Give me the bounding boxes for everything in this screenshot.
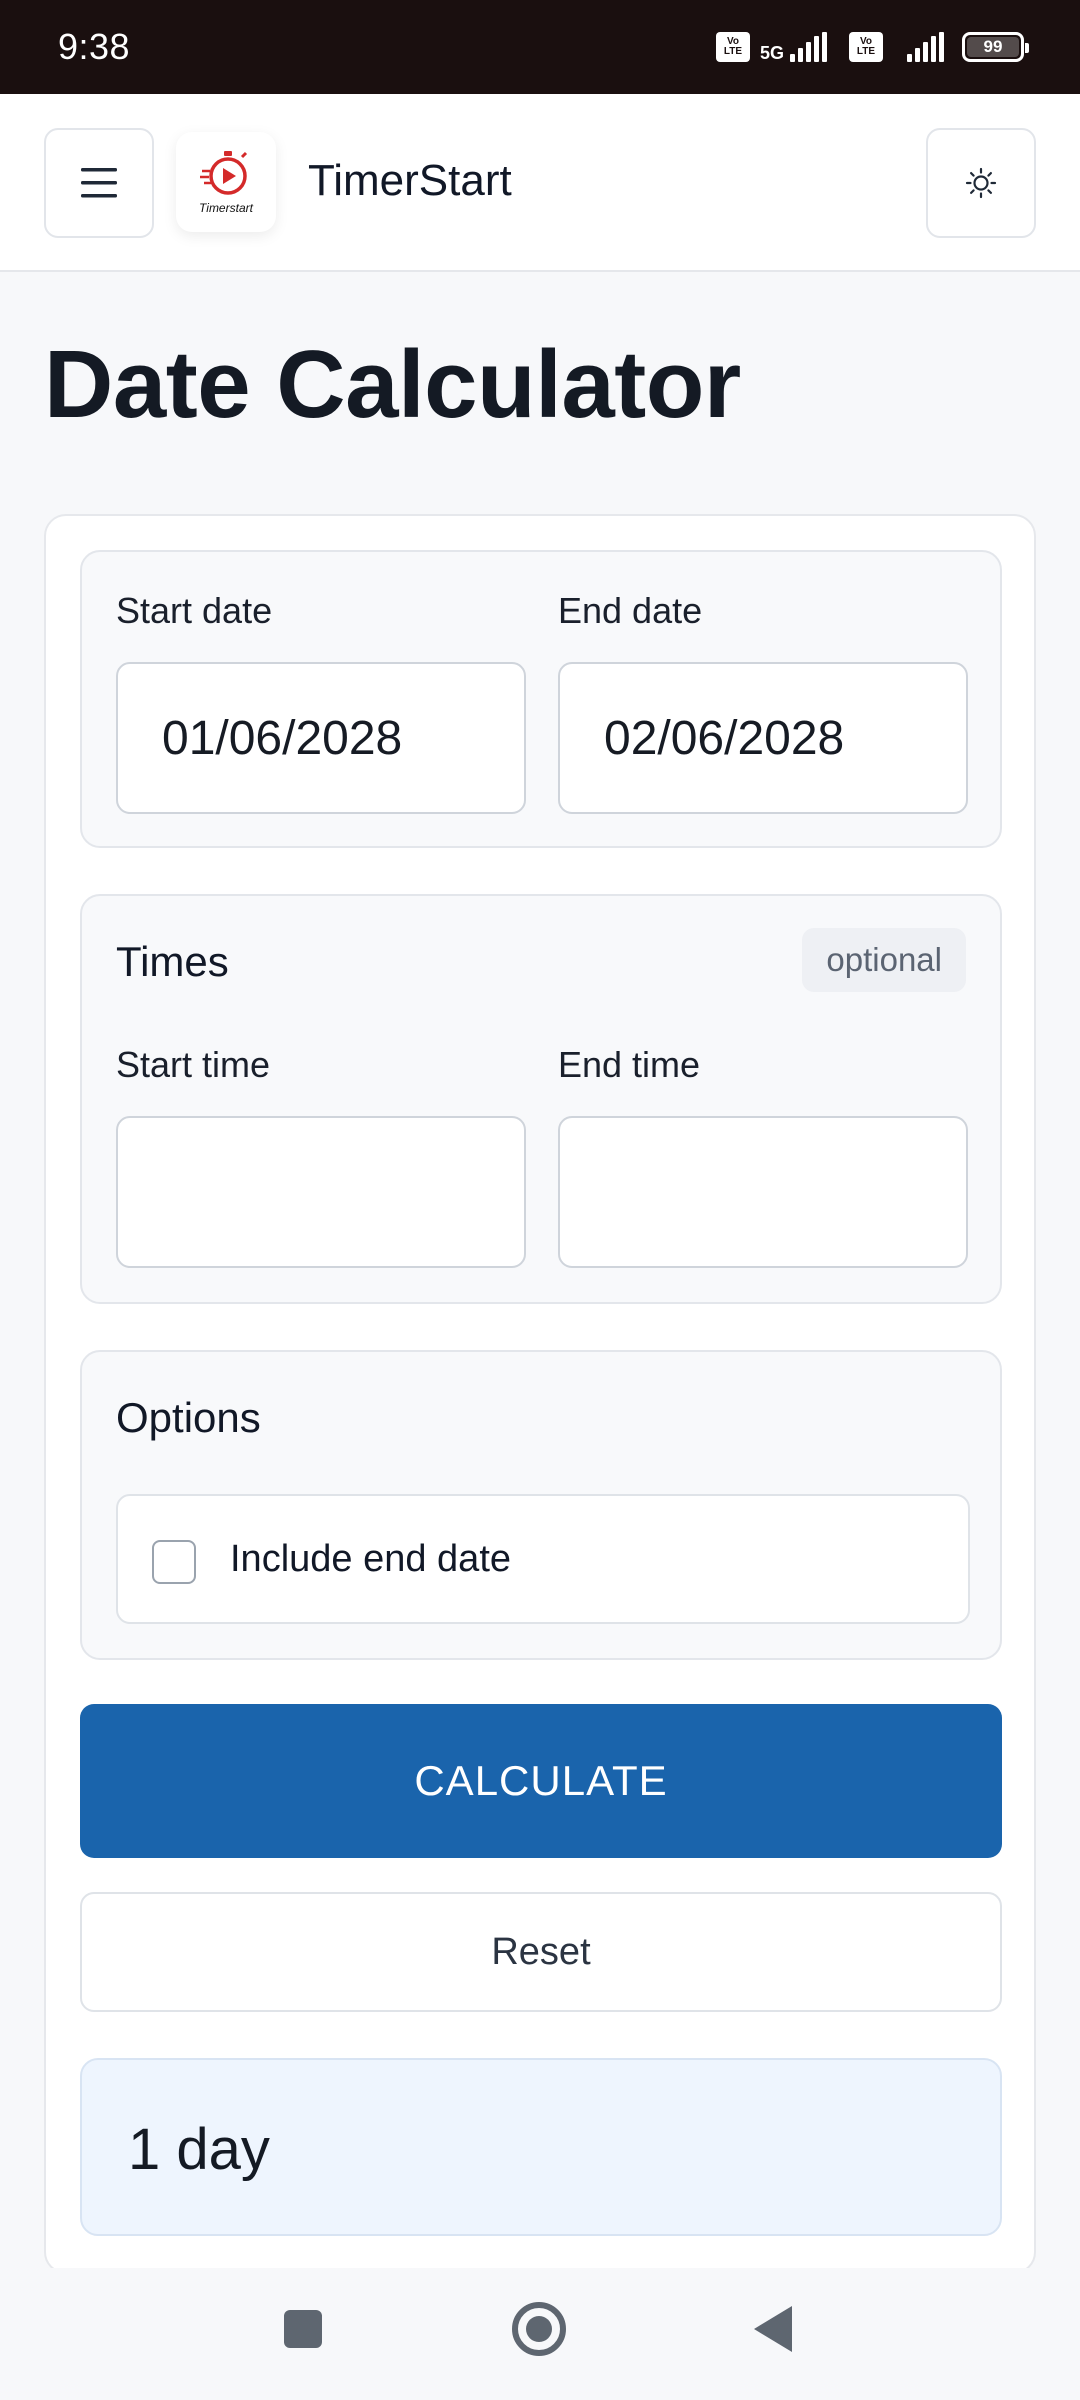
hamburger-icon [81, 168, 117, 198]
status-icons: Vo LTE 5G Vo LTE 99 [715, 31, 1029, 64]
end-time-input[interactable] [558, 1116, 968, 1268]
status-bar: 9:38 Vo LTE 5G Vo LTE 99 [0, 0, 1080, 94]
dates-section: Start date End date 01/06/2028 02/06/202… [80, 550, 1002, 848]
result-text: 1 day [128, 2117, 270, 2182]
start-date-input[interactable]: 01/06/2028 [116, 662, 526, 814]
brand-name[interactable]: TimerStart [308, 156, 512, 206]
options-title: Options [116, 1394, 261, 1441]
volte-icon-2: Vo LTE [849, 32, 883, 62]
theme-toggle-button[interactable] [926, 128, 1036, 238]
back-icon[interactable] [754, 2306, 792, 2352]
logo-wordmark: Timerstart [199, 201, 253, 215]
battery-level: 99 [983, 37, 1003, 56]
start-time-label: Start time [116, 1044, 271, 1085]
end-date-label: End date [558, 590, 703, 631]
times-section: Times optional Start time End time [80, 894, 1002, 1304]
times-title: Times [116, 938, 229, 985]
calculator-card: Start date End date 01/06/2028 02/06/202… [44, 514, 1036, 2274]
battery-icon: 99 [962, 32, 1029, 62]
app-header: Timerstart TimerStart [0, 94, 1080, 272]
recents-icon[interactable] [284, 2310, 322, 2348]
status-time: 9:38 [58, 26, 131, 67]
stopwatch-play-icon [200, 151, 248, 195]
signal-icon-2 [907, 32, 944, 62]
start-time-input[interactable] [116, 1116, 526, 1268]
signal-icon [790, 32, 827, 62]
result-panel: 1 day [80, 2058, 1002, 2236]
options-section: Options Include end date [80, 1350, 1002, 1660]
volte-icon: Vo LTE [715, 32, 750, 62]
include-end-date-label[interactable]: Include end date [230, 1538, 511, 1581]
start-date-label: Start date [116, 590, 273, 631]
app-logo[interactable]: Timerstart [176, 132, 276, 232]
include-end-date-checkbox[interactable] [152, 1540, 196, 1584]
optional-badge: optional [802, 928, 966, 992]
end-date-input[interactable]: 02/06/2028 [558, 662, 968, 814]
network-type: 5G [759, 42, 784, 63]
menu-button[interactable] [44, 128, 154, 238]
home-icon[interactable] [512, 2302, 566, 2356]
include-end-date-option[interactable]: Include end date [116, 1494, 970, 1624]
end-time-label: End time [558, 1044, 701, 1085]
page-title: Date Calculator [44, 331, 741, 438]
reset-button[interactable]: Reset [80, 1892, 1002, 2012]
calculate-button[interactable]: CALCULATE [80, 1704, 1002, 1858]
sun-icon [965, 167, 997, 199]
